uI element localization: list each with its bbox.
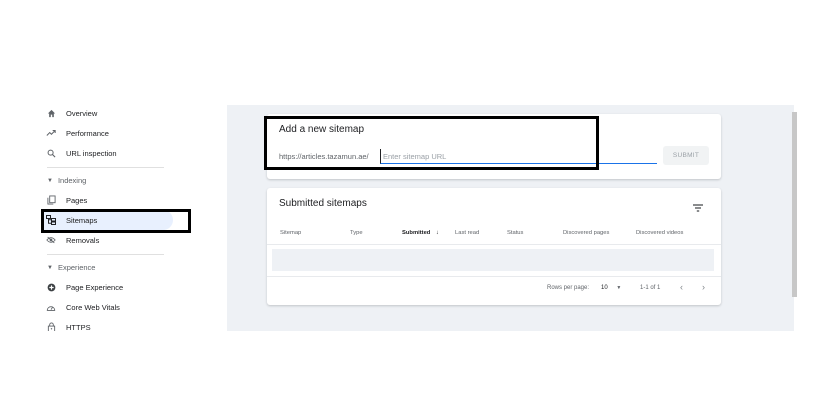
trending-up-icon xyxy=(45,127,57,139)
sidebar-item-removals[interactable]: Removals xyxy=(45,230,99,250)
pages-icon xyxy=(45,194,57,206)
home-icon xyxy=(45,107,57,119)
submitted-sitemaps-title: Submitted sitemaps xyxy=(279,198,367,209)
sidebar-divider xyxy=(47,254,164,255)
table-row xyxy=(272,249,714,271)
sidebar-item-label: Performance xyxy=(66,128,109,138)
column-header-status[interactable]: Status xyxy=(507,230,523,236)
column-header-sitemap[interactable]: Sitemap xyxy=(280,230,301,236)
lock-icon xyxy=(45,321,57,331)
rows-per-page-select[interactable]: 10 ▼ xyxy=(601,285,621,291)
removals-icon xyxy=(45,234,57,246)
pagination-range: 1-1 of 1 xyxy=(640,285,661,291)
sidebar-item-label: HTTPS xyxy=(66,322,91,332)
highlight-box-sitemaps xyxy=(41,209,191,233)
column-header-label: Submitted xyxy=(402,230,431,236)
section-header-label: Experience xyxy=(57,263,96,272)
search-icon xyxy=(45,147,57,159)
column-header-last-read[interactable]: Last read xyxy=(455,230,479,236)
column-header-discovered-videos[interactable]: Discovered videos xyxy=(636,230,683,236)
speedometer-icon xyxy=(45,301,57,313)
sidebar-item-label: Removals xyxy=(66,235,100,245)
column-header-discovered-pages[interactable]: Discovered pages xyxy=(563,230,609,236)
sidebar-item-performance[interactable]: Performance xyxy=(45,123,109,143)
table-divider xyxy=(267,244,721,245)
sidebar-item-pages[interactable]: Pages xyxy=(45,190,87,210)
column-header-type[interactable]: Type xyxy=(350,230,363,236)
sidebar-item-page-experience[interactable]: Page Experience xyxy=(45,277,123,297)
filter-icon[interactable] xyxy=(693,199,703,212)
sidebar-item-label: Pages xyxy=(66,195,88,205)
prev-page-button[interactable]: ‹ xyxy=(680,282,683,292)
column-header-submitted[interactable]: Submitted ↓ xyxy=(402,230,439,236)
sidebar-item-label: URL inspection xyxy=(66,148,117,158)
rows-per-page-value: 10 xyxy=(601,285,608,291)
sidebar-item-url-inspection[interactable]: URL inspection xyxy=(45,143,117,163)
sidebar-item-label: Overview xyxy=(66,108,98,118)
caret-down-icon: ▼ xyxy=(47,177,53,184)
page: Overview Performance URL inspection ▼ In… xyxy=(0,0,833,417)
caret-down-icon: ▼ xyxy=(47,264,53,271)
scrollbar[interactable] xyxy=(792,112,797,297)
submitted-sitemaps-card: Submitted sitemaps Sitemap Type Submitte… xyxy=(267,188,721,305)
table-divider xyxy=(267,276,721,277)
section-header-experience[interactable]: ▼ Experience xyxy=(47,263,95,272)
sidebar-item-overview[interactable]: Overview xyxy=(45,105,97,123)
sidebar-item-https[interactable]: HTTPS xyxy=(45,317,91,331)
sidebar-divider xyxy=(47,167,164,168)
rows-per-page-label: Rows per page: xyxy=(547,285,590,291)
dropdown-arrow-icon: ▼ xyxy=(616,285,622,291)
highlight-box-add-sitemap xyxy=(264,116,599,170)
section-header-label: Indexing xyxy=(57,176,87,185)
page-experience-icon xyxy=(45,281,57,293)
sidebar-item-core-web-vitals[interactable]: Core Web Vitals xyxy=(45,297,120,317)
sort-arrow-icon: ↓ xyxy=(435,230,439,236)
sidebar-item-label: Page Experience xyxy=(66,282,124,292)
section-header-indexing[interactable]: ▼ Indexing xyxy=(47,176,86,185)
next-page-button[interactable]: › xyxy=(702,282,705,292)
submit-button[interactable]: SUBMIT xyxy=(663,146,709,165)
sidebar-item-label: Core Web Vitals xyxy=(66,302,120,312)
